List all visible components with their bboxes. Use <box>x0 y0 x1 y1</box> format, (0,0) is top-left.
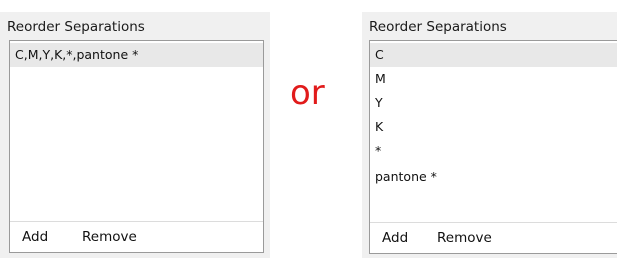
list-footer: Add Remove <box>10 221 263 252</box>
separations-listbox[interactable]: C M Y K * pantone * Add Remove <box>369 40 617 254</box>
list-item[interactable]: C <box>370 43 617 67</box>
add-button[interactable]: Add <box>22 229 48 245</box>
remove-button[interactable]: Remove <box>437 230 492 246</box>
list-footer: Add Remove <box>370 222 617 253</box>
list-item[interactable]: C,M,Y,K,*,pantone * <box>10 43 263 67</box>
reorder-separations-panel-left: Reorder Separations C,M,Y,K,*,pantone * … <box>0 12 270 258</box>
reorder-separations-panel-right: Reorder Separations C M Y K * pantone * … <box>362 12 617 258</box>
list-item[interactable]: M <box>370 67 617 91</box>
panel-title: Reorder Separations <box>7 19 145 35</box>
panel-title: Reorder Separations <box>369 19 507 35</box>
list-item[interactable]: K <box>370 115 617 139</box>
separations-listbox[interactable]: C,M,Y,K,*,pantone * Add Remove <box>9 40 264 253</box>
comparison-stage: Reorder Separations C,M,Y,K,*,pantone * … <box>0 0 617 260</box>
or-label: or <box>290 73 325 113</box>
list-item[interactable]: Y <box>370 91 617 115</box>
list-item[interactable]: pantone * <box>370 165 617 189</box>
remove-button[interactable]: Remove <box>82 229 137 245</box>
add-button[interactable]: Add <box>382 230 408 246</box>
list-item[interactable]: * <box>370 139 617 163</box>
